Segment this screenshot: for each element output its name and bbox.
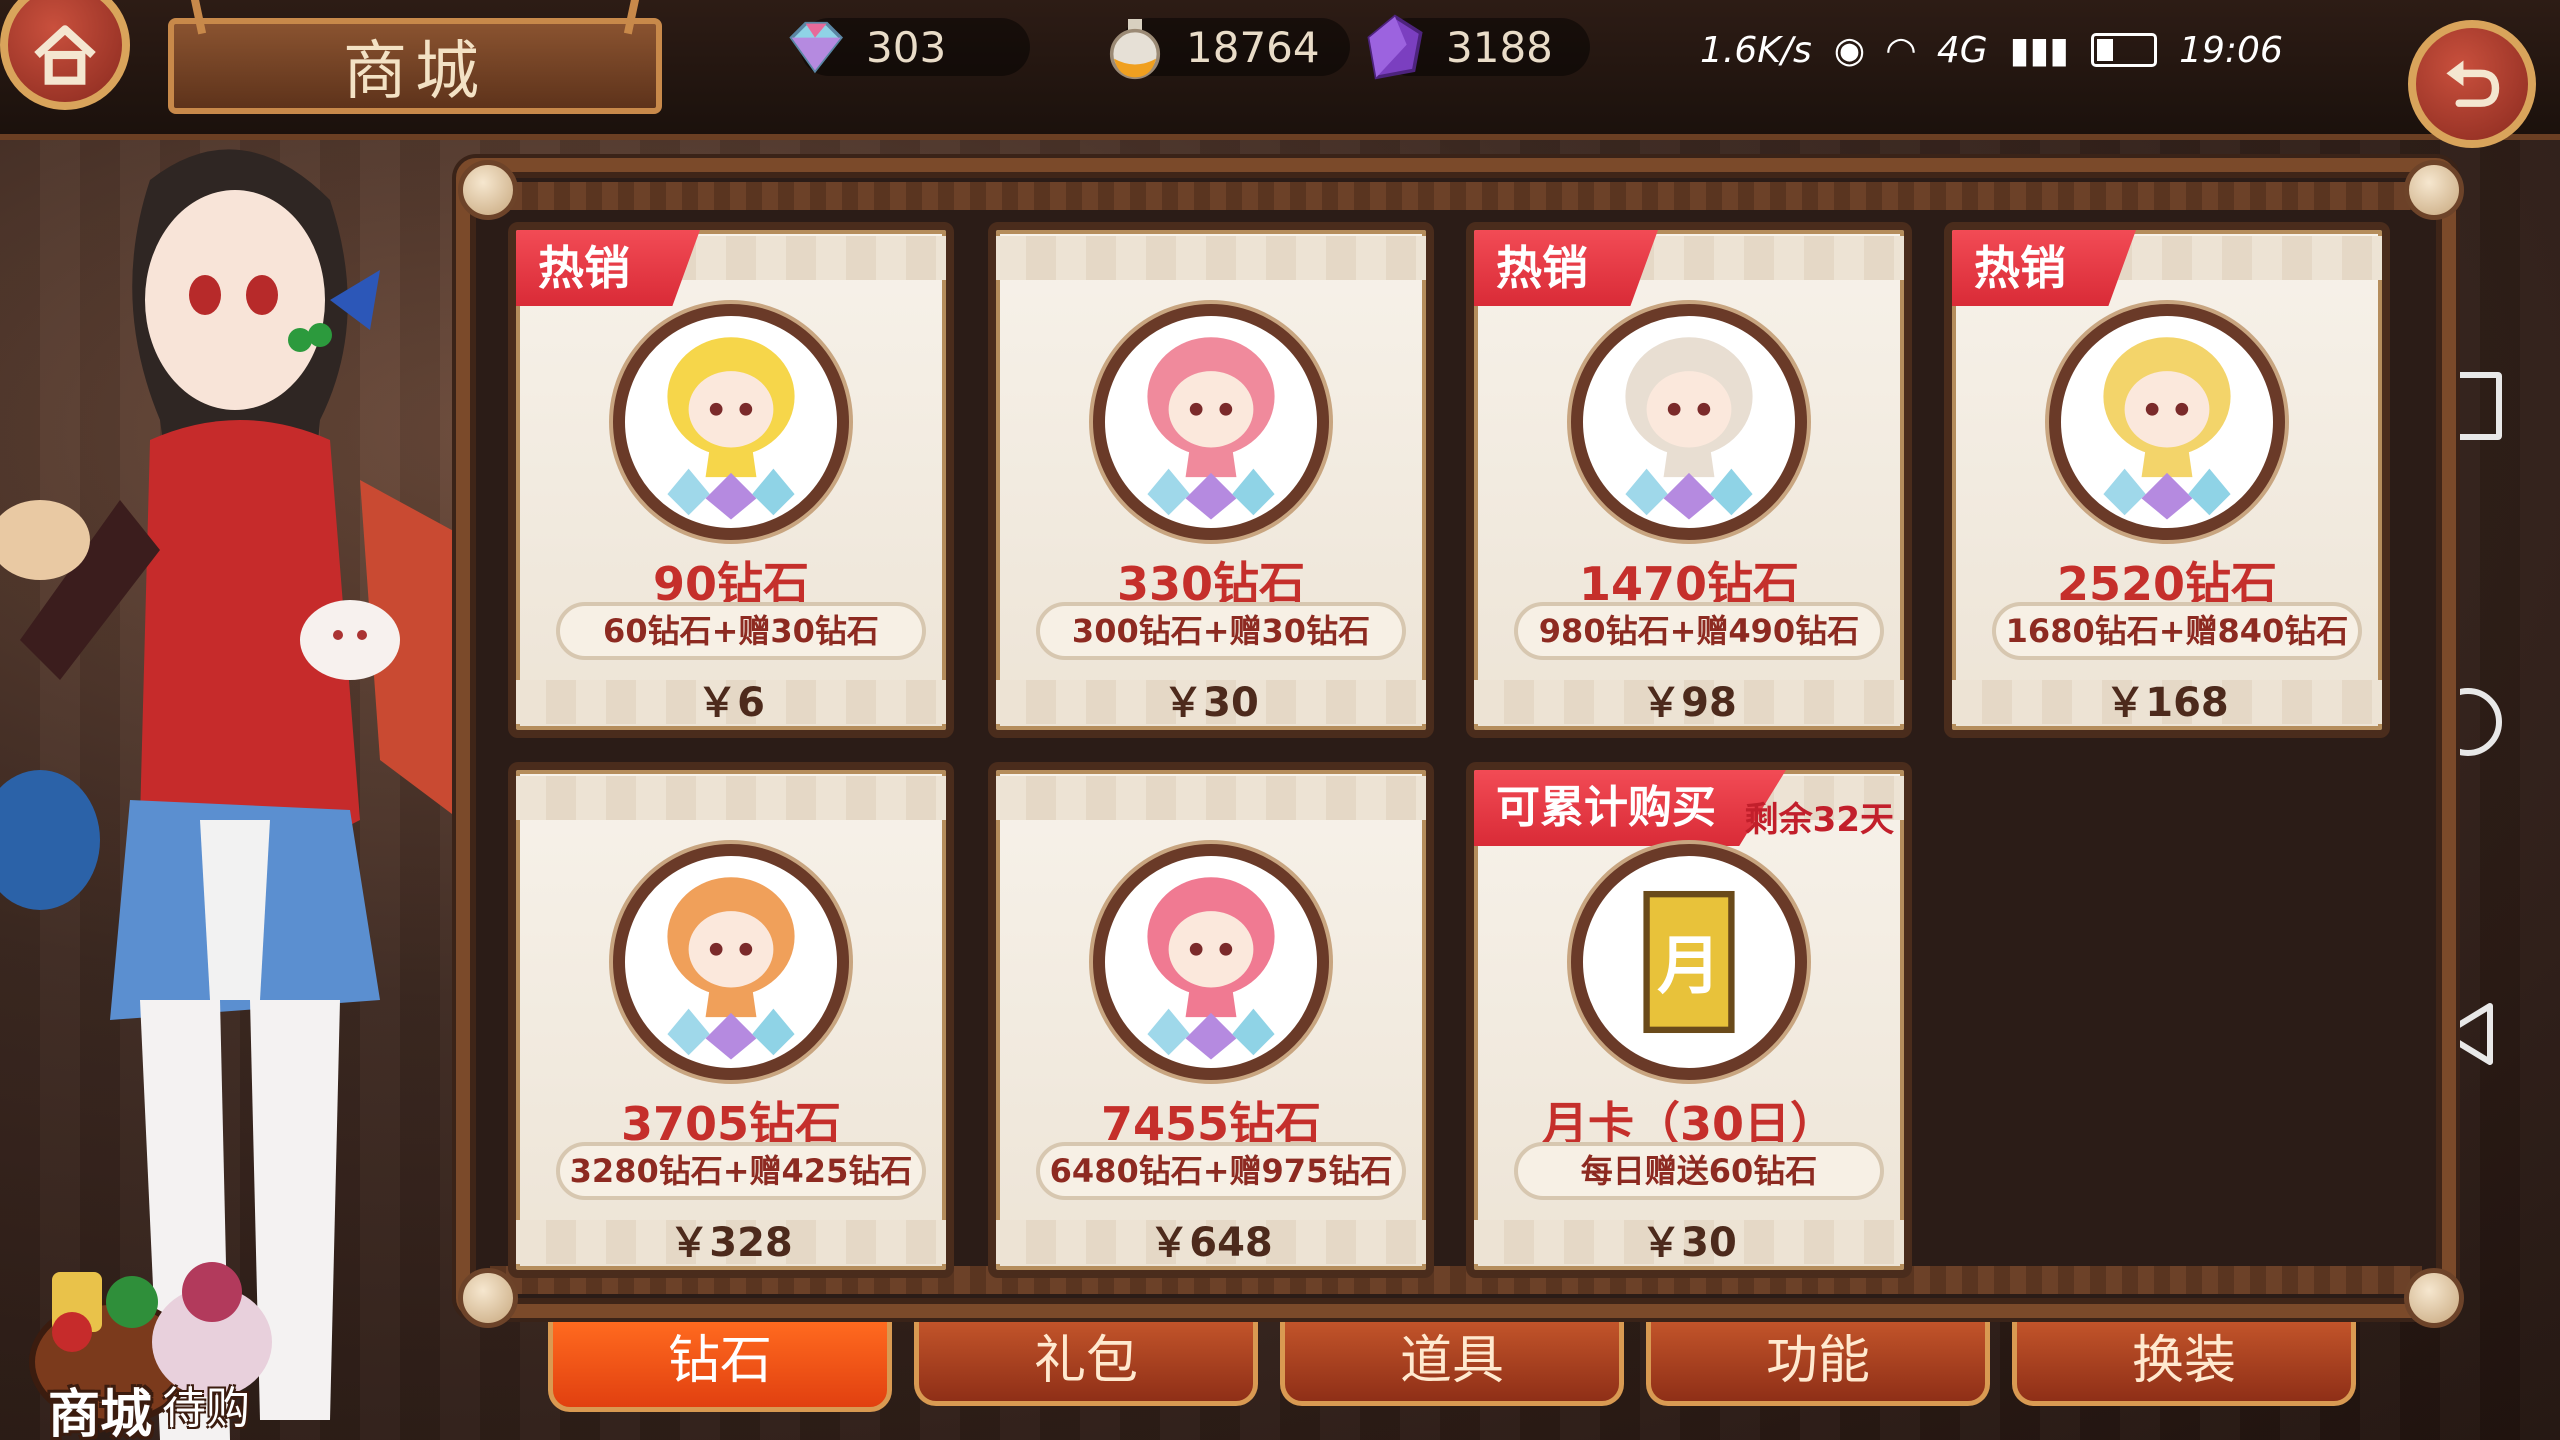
bonus-detail: 6480钻石+赠975钻石 bbox=[1036, 1142, 1406, 1200]
page-title: 商城 bbox=[168, 18, 662, 114]
gem-count: 303 bbox=[866, 22, 947, 72]
frame-bell-icon bbox=[458, 160, 518, 220]
card-pattern-top bbox=[996, 236, 1426, 280]
back-arrow-icon bbox=[2446, 60, 2500, 107]
card-pattern-top bbox=[516, 776, 946, 820]
tag-ribbon: 热销 bbox=[1474, 230, 1658, 306]
character-diamond-portrait bbox=[1093, 844, 1329, 1080]
crystal-count: 3188 bbox=[1446, 22, 1553, 72]
price-label: ￥168 bbox=[2105, 680, 2229, 726]
character-diamond-portrait bbox=[613, 844, 849, 1080]
bonus-detail: 980钻石+赠490钻石 bbox=[1514, 602, 1884, 660]
tab-4[interactable]: 换装 bbox=[2012, 1322, 2356, 1406]
character-diamond-portrait bbox=[1093, 304, 1329, 540]
card-pattern-top bbox=[996, 776, 1426, 820]
signal-icon: ▮▮▮ bbox=[2009, 29, 2070, 71]
crystal-icon bbox=[1367, 14, 1423, 80]
tag-ribbon: 可累计购买 bbox=[1474, 770, 1786, 846]
price-label: ￥30 bbox=[1641, 1220, 1737, 1266]
eye-icon: ◉ bbox=[1833, 29, 1866, 71]
tag-ribbon: 热销 bbox=[1952, 230, 2136, 306]
signal-label: 4G bbox=[1936, 29, 1988, 71]
tab-3[interactable]: 功能 bbox=[1646, 1322, 1990, 1406]
bonus-detail: 300钻石+赠30钻石 bbox=[1036, 602, 1406, 660]
home-icon bbox=[34, 25, 96, 85]
month-card-icon: 月 bbox=[1571, 844, 1807, 1080]
potion-icon bbox=[1109, 19, 1161, 80]
character-diamond-portrait bbox=[2049, 304, 2285, 540]
tab-0[interactable]: 钻石 bbox=[548, 1322, 892, 1412]
product-card[interactable]: 热销 1470钻石 980钻石+赠490钻石 ￥98 bbox=[1466, 222, 1912, 738]
frame-bell-icon bbox=[2404, 160, 2464, 220]
price-label: ￥648 bbox=[1149, 1220, 1273, 1266]
remaining-days: 剩余32天 bbox=[1744, 800, 1894, 840]
gem-icon bbox=[789, 21, 844, 74]
clock: 19:06 bbox=[2179, 29, 2283, 71]
bonus-detail: 3280钻石+赠425钻石 bbox=[556, 1142, 926, 1200]
product-card[interactable]: 3705钻石 3280钻石+赠425钻石 ￥328 bbox=[508, 762, 954, 1278]
price-label: ￥6 bbox=[697, 680, 765, 726]
product-card[interactable]: 热销 2520钻石 1680钻石+赠840钻石 ￥168 bbox=[1944, 222, 2390, 738]
badge-sub-label: 待购 bbox=[162, 1383, 250, 1434]
product-card[interactable]: 热销 90钻石 60钻石+赠30钻石 ￥6 bbox=[508, 222, 954, 738]
gem-counter: 303 bbox=[789, 18, 1030, 76]
tab-2[interactable]: 道具 bbox=[1280, 1322, 1624, 1406]
badge-label: 商城 bbox=[48, 1385, 153, 1440]
product-card[interactable]: 330钻石 300钻石+赠30钻石 ￥30 bbox=[988, 222, 1434, 738]
character-diamond-portrait bbox=[613, 304, 849, 540]
product-card[interactable]: 7455钻石 6480钻石+赠975钻石 ￥648 bbox=[988, 762, 1434, 1278]
tag-ribbon: 热销 bbox=[516, 230, 700, 306]
potion-counter: 18764 bbox=[1109, 18, 1350, 80]
category-tabs: 钻石 礼包 道具 功能 换装 bbox=[548, 1322, 2358, 1432]
product-card[interactable]: 可累计购买 剩余32天月月卡（30日） 每日赠送60钻石 ￥30 bbox=[1466, 762, 1912, 1278]
battery-icon bbox=[2091, 33, 2158, 67]
price-label: ￥30 bbox=[1163, 680, 1259, 726]
shop-wishlist-badge[interactable]: 商城 待购 bbox=[12, 1232, 282, 1440]
wifi-icon: ◠ bbox=[1887, 29, 1915, 71]
crystal-counter: 3188 bbox=[1367, 14, 1590, 80]
month-card-char: 月 bbox=[1657, 928, 1721, 1002]
tab-1[interactable]: 礼包 bbox=[914, 1322, 1258, 1406]
potion-count: 18764 bbox=[1186, 22, 1320, 72]
bonus-detail: 60钻石+赠30钻石 bbox=[556, 602, 926, 660]
frame-bell-icon bbox=[2404, 1268, 2464, 1328]
frame-bell-icon bbox=[458, 1268, 518, 1328]
bonus-detail: 1680钻石+赠840钻石 bbox=[1992, 602, 2362, 660]
frame-rail-top bbox=[490, 182, 2422, 210]
bonus-detail: 每日赠送60钻石 bbox=[1514, 1142, 1884, 1200]
back-button[interactable] bbox=[2408, 20, 2536, 148]
price-label: ￥328 bbox=[669, 1220, 793, 1266]
system-status-bar: 1.6K/s ◉ ◠ 4G ▮▮▮ 19:06 bbox=[1700, 22, 2400, 78]
network-speed: 1.6K/s bbox=[1700, 29, 1812, 71]
price-label: ￥98 bbox=[1641, 680, 1737, 726]
character-diamond-portrait bbox=[1571, 304, 1807, 540]
